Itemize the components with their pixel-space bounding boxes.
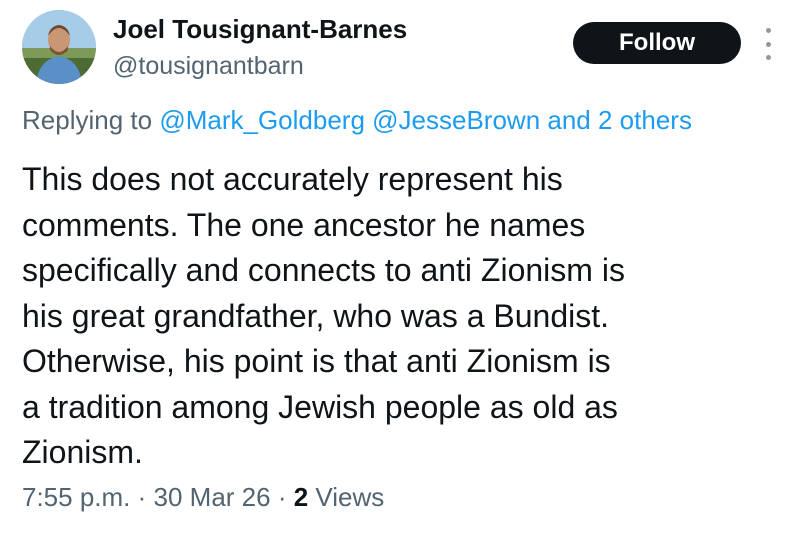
- more-vertical-icon[interactable]: [760, 28, 776, 60]
- tweet-text-line: comments. The one ancestor he names: [22, 206, 586, 243]
- tweet-text: This does not accurately represent his c…: [22, 157, 782, 476]
- replying-to: Replying to @Mark_Goldberg @JesseBrown a…: [22, 105, 692, 136]
- meta-separator: ·: [270, 482, 294, 512]
- more-dot: [765, 55, 771, 60]
- more-dot: [765, 41, 771, 47]
- user-handle[interactable]: @tousignantbarn: [113, 52, 304, 81]
- tweet-text-line: Otherwise, his point is that anti Zionis…: [22, 343, 611, 379]
- replying-to-prefix: Replying to: [22, 105, 160, 135]
- follow-button[interactable]: Follow: [573, 22, 741, 64]
- tweet-text-line: Zionism.: [22, 434, 143, 470]
- tweet-date[interactable]: 30 Mar 26: [154, 482, 271, 512]
- avatar-photo: [22, 10, 96, 84]
- mention-link[interactable]: @Mark_Goldberg: [159, 105, 365, 135]
- tweet-time[interactable]: 7:55 p.m.: [22, 482, 130, 512]
- views-label: Views: [308, 482, 385, 512]
- tweet-meta: 7:55 p.m. · 30 Mar 26 · 2 Views: [22, 482, 384, 513]
- tweet-text-line: This does not accurately represent his: [22, 161, 563, 197]
- tweet-text-line: specifically and connects to anti Zionis…: [22, 252, 625, 288]
- avatar[interactable]: [22, 10, 96, 84]
- display-name[interactable]: Joel Tousignant-Barnes: [113, 14, 407, 45]
- tweet-text-line: a tradition among Jewish people as old a…: [22, 388, 618, 425]
- meta-separator: ·: [130, 482, 154, 512]
- others-link[interactable]: and 2 others: [547, 105, 692, 135]
- views-count[interactable]: 2: [294, 482, 308, 512]
- mention-link[interactable]: @JesseBrown: [372, 105, 540, 135]
- tweet-text-line: his great grandfather, who was a Bundist…: [22, 297, 610, 334]
- more-dot: [765, 28, 771, 33]
